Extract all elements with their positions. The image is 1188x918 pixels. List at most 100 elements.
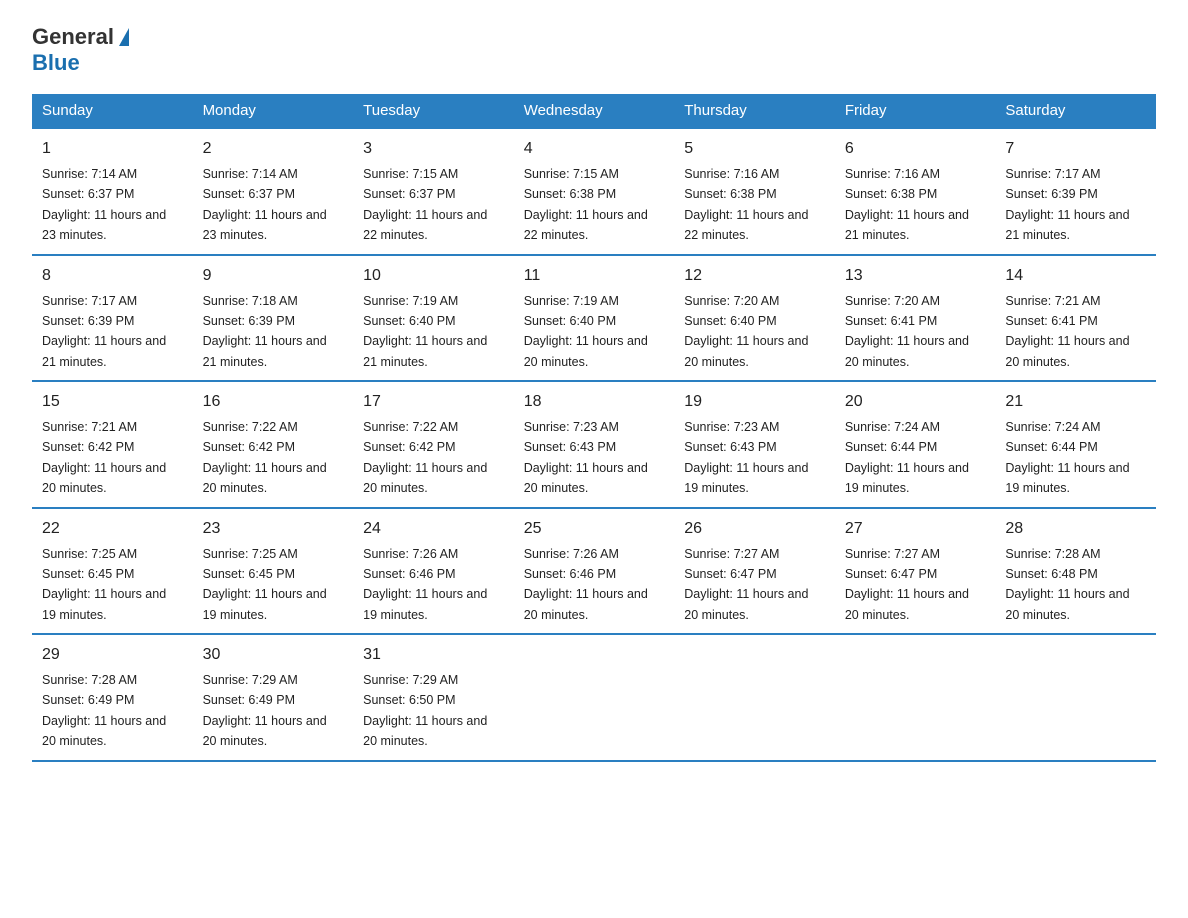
day-number: 7	[1005, 137, 1146, 161]
day-number: 4	[524, 137, 665, 161]
day-number: 13	[845, 264, 986, 288]
day-number: 30	[203, 643, 344, 667]
calendar-cell: 5 Sunrise: 7:16 AMSunset: 6:38 PMDaylight…	[674, 128, 835, 255]
calendar-cell: 11 Sunrise: 7:19 AMSunset: 6:40 PMDayligh…	[514, 255, 675, 382]
day-info: Sunrise: 7:25 AMSunset: 6:45 PMDaylight:…	[203, 547, 327, 622]
calendar-cell	[835, 634, 996, 761]
calendar-cell: 8 Sunrise: 7:17 AMSunset: 6:39 PMDaylight…	[32, 255, 193, 382]
calendar-cell: 15 Sunrise: 7:21 AMSunset: 6:42 PMDayligh…	[32, 381, 193, 508]
day-info: Sunrise: 7:21 AMSunset: 6:41 PMDaylight:…	[1005, 294, 1129, 369]
calendar-cell: 9Sunrise: 7:18 AMSunset: 6:39 PMDaylight…	[193, 255, 354, 382]
day-info: Sunrise: 7:17 AMSunset: 6:39 PMDaylight:…	[1005, 167, 1129, 242]
day-info: Sunrise: 7:24 AMSunset: 6:44 PMDaylight:…	[1005, 420, 1129, 495]
day-number: 12	[684, 264, 825, 288]
day-number: 14	[1005, 264, 1146, 288]
day-info: Sunrise: 7:26 AMSunset: 6:46 PMDaylight:…	[524, 547, 648, 622]
calendar-cell	[995, 634, 1156, 761]
day-info: Sunrise: 7:15 AMSunset: 6:38 PMDaylight:…	[524, 167, 648, 242]
day-info: Sunrise: 7:15 AMSunset: 6:37 PMDaylight:…	[363, 167, 487, 242]
day-info: Sunrise: 7:21 AMSunset: 6:42 PMDaylight:…	[42, 420, 166, 495]
logo-general-text: General	[32, 24, 114, 50]
day-info: Sunrise: 7:27 AMSunset: 6:47 PMDaylight:…	[845, 547, 969, 622]
day-number: 15	[42, 390, 183, 414]
calendar-cell: 24Sunrise: 7:26 AMSunset: 6:46 PMDayligh…	[353, 508, 514, 635]
day-number: 22	[42, 517, 183, 541]
day-number: 18	[524, 390, 665, 414]
header-saturday: Saturday	[995, 94, 1156, 128]
day-info: Sunrise: 7:17 AMSunset: 6:39 PMDaylight:…	[42, 294, 166, 369]
header-sunday: Sunday	[32, 94, 193, 128]
calendar-week-row: 8 Sunrise: 7:17 AMSunset: 6:39 PMDaylight…	[32, 255, 1156, 382]
calendar-cell: 2 Sunrise: 7:14 AMSunset: 6:37 PMDaylight…	[193, 128, 354, 255]
calendar-cell: 1 Sunrise: 7:14 AMSunset: 6:37 PMDaylight…	[32, 128, 193, 255]
day-info: Sunrise: 7:19 AMSunset: 6:40 PMDaylight:…	[524, 294, 648, 369]
calendar-cell: 6Sunrise: 7:16 AMSunset: 6:38 PMDaylight…	[835, 128, 996, 255]
day-number: 27	[845, 517, 986, 541]
calendar-week-row: 15 Sunrise: 7:21 AMSunset: 6:42 PMDayligh…	[32, 381, 1156, 508]
calendar-cell: 4 Sunrise: 7:15 AMSunset: 6:38 PMDaylight…	[514, 128, 675, 255]
calendar-cell: 31 Sunrise: 7:29 AMSunset: 6:50 PMDayligh…	[353, 634, 514, 761]
calendar-cell: 14 Sunrise: 7:21 AMSunset: 6:41 PMDayligh…	[995, 255, 1156, 382]
calendar-cell: 23Sunrise: 7:25 AMSunset: 6:45 PMDayligh…	[193, 508, 354, 635]
day-info: Sunrise: 7:14 AMSunset: 6:37 PMDaylight:…	[42, 167, 166, 242]
calendar-cell: 30 Sunrise: 7:29 AMSunset: 6:49 PMDayligh…	[193, 634, 354, 761]
header-friday: Friday	[835, 94, 996, 128]
day-number: 1	[42, 137, 183, 161]
day-info: Sunrise: 7:28 AMSunset: 6:48 PMDaylight:…	[1005, 547, 1129, 622]
day-info: Sunrise: 7:25 AMSunset: 6:45 PMDaylight:…	[42, 547, 166, 622]
calendar-cell: 12Sunrise: 7:20 AMSunset: 6:40 PMDayligh…	[674, 255, 835, 382]
day-info: Sunrise: 7:14 AMSunset: 6:37 PMDaylight:…	[203, 167, 327, 242]
day-info: Sunrise: 7:22 AMSunset: 6:42 PMDaylight:…	[363, 420, 487, 495]
day-info: Sunrise: 7:16 AMSunset: 6:38 PMDaylight:…	[845, 167, 969, 242]
header-thursday: Thursday	[674, 94, 835, 128]
day-info: Sunrise: 7:29 AMSunset: 6:49 PMDaylight:…	[203, 673, 327, 748]
calendar-cell: 13 Sunrise: 7:20 AMSunset: 6:41 PMDayligh…	[835, 255, 996, 382]
calendar-cell: 18 Sunrise: 7:23 AMSunset: 6:43 PMDayligh…	[514, 381, 675, 508]
calendar-week-row: 1 Sunrise: 7:14 AMSunset: 6:37 PMDaylight…	[32, 128, 1156, 255]
day-number: 26	[684, 517, 825, 541]
calendar-header-row: SundayMondayTuesdayWednesdayThursdayFrid…	[32, 94, 1156, 128]
day-info: Sunrise: 7:19 AMSunset: 6:40 PMDaylight:…	[363, 294, 487, 369]
calendar-cell: 22 Sunrise: 7:25 AMSunset: 6:45 PMDayligh…	[32, 508, 193, 635]
calendar-cell: 21 Sunrise: 7:24 AMSunset: 6:44 PMDayligh…	[995, 381, 1156, 508]
calendar-cell	[674, 634, 835, 761]
calendar-cell: 20 Sunrise: 7:24 AMSunset: 6:44 PMDayligh…	[835, 381, 996, 508]
day-number: 19	[684, 390, 825, 414]
calendar-cell: 27 Sunrise: 7:27 AMSunset: 6:47 PMDayligh…	[835, 508, 996, 635]
day-info: Sunrise: 7:27 AMSunset: 6:47 PMDaylight:…	[684, 547, 808, 622]
logo: General Blue	[32, 24, 129, 76]
day-info: Sunrise: 7:24 AMSunset: 6:44 PMDaylight:…	[845, 420, 969, 495]
day-number: 2	[203, 137, 344, 161]
day-number: 5	[684, 137, 825, 161]
calendar-cell: 16Sunrise: 7:22 AMSunset: 6:42 PMDayligh…	[193, 381, 354, 508]
day-number: 11	[524, 264, 665, 288]
day-number: 9	[203, 264, 344, 288]
day-number: 20	[845, 390, 986, 414]
day-number: 17	[363, 390, 504, 414]
day-number: 8	[42, 264, 183, 288]
calendar-cell: 10Sunrise: 7:19 AMSunset: 6:40 PMDayligh…	[353, 255, 514, 382]
day-number: 16	[203, 390, 344, 414]
calendar-cell: 28 Sunrise: 7:28 AMSunset: 6:48 PMDayligh…	[995, 508, 1156, 635]
day-number: 24	[363, 517, 504, 541]
calendar-cell: 17 Sunrise: 7:22 AMSunset: 6:42 PMDayligh…	[353, 381, 514, 508]
logo-blue-text: Blue	[32, 50, 80, 76]
day-number: 21	[1005, 390, 1146, 414]
day-info: Sunrise: 7:28 AMSunset: 6:49 PMDaylight:…	[42, 673, 166, 748]
day-info: Sunrise: 7:20 AMSunset: 6:41 PMDaylight:…	[845, 294, 969, 369]
day-info: Sunrise: 7:29 AMSunset: 6:50 PMDaylight:…	[363, 673, 487, 748]
calendar-table: SundayMondayTuesdayWednesdayThursdayFrid…	[32, 94, 1156, 762]
calendar-cell	[514, 634, 675, 761]
day-number: 28	[1005, 517, 1146, 541]
day-number: 29	[42, 643, 183, 667]
calendar-cell: 26 Sunrise: 7:27 AMSunset: 6:47 PMDayligh…	[674, 508, 835, 635]
day-info: Sunrise: 7:23 AMSunset: 6:43 PMDaylight:…	[524, 420, 648, 495]
header-tuesday: Tuesday	[353, 94, 514, 128]
calendar-cell: 7 Sunrise: 7:17 AMSunset: 6:39 PMDaylight…	[995, 128, 1156, 255]
calendar-cell: 25Sunrise: 7:26 AMSunset: 6:46 PMDayligh…	[514, 508, 675, 635]
day-info: Sunrise: 7:16 AMSunset: 6:38 PMDaylight:…	[684, 167, 808, 242]
day-number: 31	[363, 643, 504, 667]
day-info: Sunrise: 7:23 AMSunset: 6:43 PMDaylight:…	[684, 420, 808, 495]
calendar-week-row: 22 Sunrise: 7:25 AMSunset: 6:45 PMDayligh…	[32, 508, 1156, 635]
calendar-week-row: 29 Sunrise: 7:28 AMSunset: 6:49 PMDayligh…	[32, 634, 1156, 761]
